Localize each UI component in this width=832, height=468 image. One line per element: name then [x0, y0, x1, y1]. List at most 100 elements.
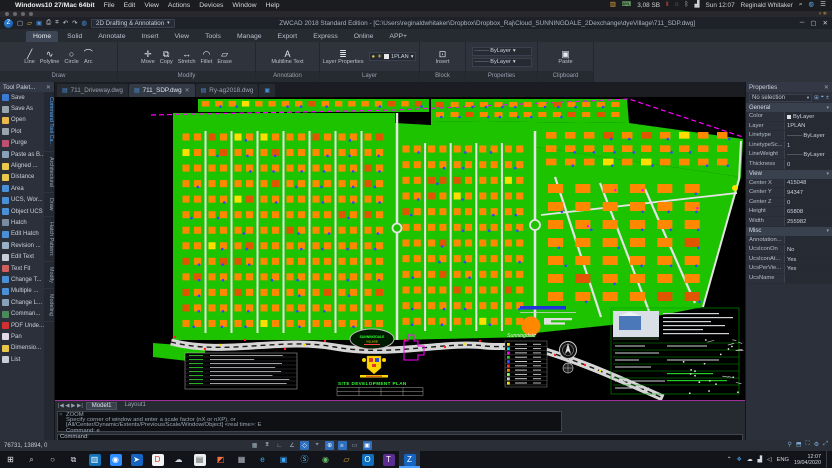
palette-tab-draw[interactable]: Draw [44, 193, 54, 217]
taskbar-clock[interactable]: 12:0719/04/2020 [794, 454, 821, 466]
close-button[interactable]: ✕ [823, 19, 828, 27]
palette-item-comman-[interactable]: Comman... [0, 308, 45, 319]
palette-item-revision-[interactable]: Revision ... [0, 240, 45, 251]
skype-icon[interactable]: Ⓢ [294, 451, 315, 468]
menu-file[interactable]: File [104, 2, 115, 9]
doc-tab-711_driveway.dwg[interactable]: ▤711_Driveway.dwg [57, 84, 128, 97]
drawing-canvas[interactable]: SUNNINGDALE VILLAGE SITE DEVELOPMENT PLA… [55, 97, 745, 400]
online-icon[interactable]: ◍ [81, 19, 87, 27]
plot-preview-icon[interactable]: ⌗ [55, 19, 59, 27]
ortho-toggle[interactable]: ∟ [275, 441, 284, 450]
palette-item-object-ucs[interactable]: Object UCS [0, 206, 45, 217]
d-app-icon[interactable]: D [147, 451, 168, 468]
layout-tab-model1[interactable]: Model1 [86, 402, 118, 410]
onedrive-tray-icon[interactable]: ☁ [747, 457, 753, 463]
palette-item-save[interactable]: Save [0, 92, 45, 103]
menu-view[interactable]: View [144, 2, 159, 9]
dropbox-tray-icon[interactable]: ❖ [737, 457, 742, 463]
teams-icon[interactable]: T [378, 451, 399, 468]
outlook-icon[interactable]: O [357, 451, 378, 468]
language-indicator[interactable]: ENG [776, 457, 789, 463]
palette-item-dimensio-[interactable]: Dimensio... [0, 343, 45, 354]
section-header-view[interactable]: View▾ [746, 170, 832, 179]
printer-icon[interactable]: ▦ [231, 451, 252, 468]
select-objects-icon[interactable]: ⌖ [821, 94, 824, 101]
ribbon-tab-app+[interactable]: APP+ [382, 31, 414, 42]
palette-item-edit-hatch[interactable]: Edit Hatch [0, 229, 45, 240]
paste-button[interactable]: ▣Paste [558, 49, 572, 65]
palette-tab-command-tool-ca-[interactable]: Command Tool Ca... [44, 92, 54, 152]
menu-edit[interactable]: Edit [124, 2, 136, 9]
site-plan-drawing[interactable]: SUNNINGDALE VILLAGE SITE DEVELOPMENT PLA… [55, 97, 745, 400]
doc-tab-711_sdp.dwg[interactable]: ▤711_SDP.dwg✕ [129, 84, 195, 97]
bluetooth-icon[interactable]: ᛒ [685, 2, 689, 9]
new-file-icon[interactable]: ▢ [17, 19, 23, 27]
show-desktop-button[interactable] [826, 451, 829, 468]
stretch-button[interactable]: ↔Stretch [178, 49, 196, 65]
palette-tab-architectural[interactable]: Architectural [44, 152, 54, 193]
cortana-icon[interactable]: ○ [42, 451, 63, 468]
menu-devices[interactable]: Devices [199, 2, 223, 9]
search-icon[interactable]: ⌕ [21, 451, 42, 468]
fillet-button[interactable]: ◠Fillet [201, 49, 213, 65]
section-header-misc[interactable]: Misc▾ [746, 227, 832, 236]
palette-item-area[interactable]: Area [0, 183, 45, 194]
palette-item-change-t-[interactable]: Change T... [0, 274, 45, 285]
insert-button[interactable]: ⊡Insert [436, 49, 450, 65]
paint3d-icon[interactable]: ◩ [210, 451, 231, 468]
palette-item-change-l-[interactable]: Change L... [0, 297, 45, 308]
mail-app-icon[interactable]: ➤ [126, 451, 147, 468]
layout-tab-layout1[interactable]: Layout1 [119, 402, 150, 410]
layout-nav-arrows[interactable]: |◀ ◀ ▶ ▶| [58, 403, 83, 409]
section-header-general[interactable]: General▾ [746, 103, 832, 112]
zoom-app-icon[interactable]: ◉ [105, 451, 126, 468]
properties-close-icon[interactable]: ✕ [824, 84, 829, 91]
workspace-dropdown[interactable]: 2D Drafting & Annotation▾ [91, 19, 175, 28]
command-history[interactable]: × ZOOMSpecify corner of window and enter… [57, 411, 562, 432]
palette-item-edit-text[interactable]: Edit Text [0, 251, 45, 262]
palette-item-save-as[interactable]: Save As [0, 103, 45, 114]
minimize-button[interactable]: ─ [800, 19, 805, 27]
display-icon[interactable]: ▥ [610, 2, 616, 9]
fullscreen-icon[interactable]: ⤢ [823, 441, 828, 448]
pause-icon[interactable]: ‖ [666, 2, 669, 9]
undo-icon[interactable]: ↶ [63, 19, 68, 27]
open-file-icon[interactable]: ▱ [27, 19, 32, 27]
doc-tab-ry-ag2018.dwg[interactable]: ▤Ry-ag2018.dwg [196, 84, 259, 97]
palette-item-text-fit[interactable]: Text Fit [0, 263, 45, 274]
vm-fullscreen-button[interactable] [29, 12, 33, 16]
model-toggle[interactable]: ▣ [363, 441, 372, 450]
annotation-scale-icon[interactable]: ⚲ [788, 441, 792, 448]
palette-tab-hatch-pattern-[interactable]: Hatch Pattern: [44, 217, 54, 262]
palette-item-pan[interactable]: Pan [0, 331, 45, 342]
lwt-toggle[interactable]: ≡ [338, 441, 347, 450]
volume-tray-icon[interactable]: ◁ [767, 457, 771, 463]
palette-item-list[interactable]: List [0, 354, 45, 365]
ribbon-tab-manage[interactable]: Manage [230, 31, 269, 42]
cycle-toggle[interactable]: ▭ [350, 441, 359, 450]
ribbon-tab-view[interactable]: View [167, 31, 196, 42]
ribbon-tab-tools[interactable]: Tools [198, 31, 228, 42]
spotlight-search-icon[interactable]: ⌕ [799, 2, 803, 9]
tool-palette-close-icon[interactable]: ✕ [46, 84, 51, 91]
palette-item-paste-as-b-[interactable]: Paste as B... [0, 149, 45, 160]
grid-toggle[interactable]: ⩩ [263, 441, 272, 450]
store-icon[interactable]: ▥ [84, 451, 105, 468]
vm-app-title[interactable]: Windows10 27/Mac 64bit [15, 2, 95, 9]
palette-item-hatch[interactable]: Hatch [0, 217, 45, 228]
lineweight-select[interactable]: ———ByLayer▾ [472, 58, 532, 67]
otrack-toggle[interactable]: ⌖ [313, 441, 322, 450]
quick-select-icon[interactable]: ⊞ [814, 95, 819, 101]
notification-center-icon[interactable]: ☰ [820, 2, 826, 9]
palette-item-pdf-unde-[interactable]: PDF Unde... [0, 320, 45, 331]
workspace-icon[interactable]: ⬒ [796, 441, 802, 448]
move-button[interactable]: ✛Move [141, 49, 155, 65]
dyn-toggle[interactable]: ⊕ [325, 441, 334, 450]
keyboard-icon[interactable]: ⌨ [622, 2, 631, 9]
palette-item-distance[interactable]: Distance [0, 172, 45, 183]
polar-toggle[interactable]: ∠ [288, 441, 297, 450]
redo-icon[interactable]: ↷ [72, 19, 77, 27]
command-history-close-icon[interactable]: × [59, 413, 62, 418]
photos-icon[interactable]: ▣ [273, 451, 294, 468]
network-tray-icon[interactable]: ▟ [758, 457, 762, 463]
